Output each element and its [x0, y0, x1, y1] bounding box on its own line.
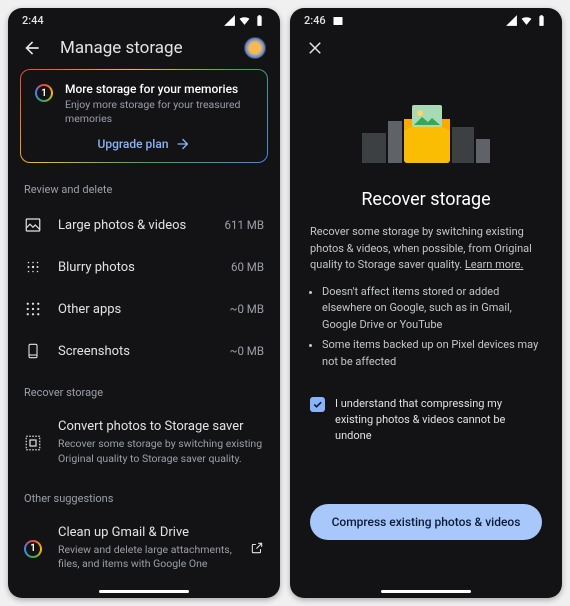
- google-one-icon: [24, 540, 42, 558]
- recover-storage-screen: 2:46 Recover storage Recover some storag…: [290, 8, 562, 598]
- item-label: Other apps: [58, 302, 214, 317]
- close-icon[interactable]: [306, 39, 324, 57]
- apps-icon: [24, 300, 42, 318]
- image-icon: [24, 216, 42, 234]
- item-value: 611 MB: [225, 218, 264, 232]
- gallery-notification-icon: [332, 15, 344, 27]
- item-subtitle: Recover some storage by switching existi…: [58, 437, 264, 465]
- upgrade-label: Upgrade plan: [97, 137, 168, 151]
- manage-storage-screen: 2:44 Manage storage More storage for you…: [8, 8, 280, 598]
- page-title: Manage storage: [60, 38, 226, 58]
- gesture-bar[interactable]: [381, 590, 471, 593]
- consent-label: I understand that compressing my existin…: [335, 396, 542, 444]
- promo-title: More storage for your memories: [65, 82, 253, 96]
- compress-button-label: Compress existing photos & videos: [332, 515, 521, 529]
- app-bar: Manage storage: [8, 29, 280, 69]
- status-time: 2:46: [304, 14, 326, 27]
- item-other-apps[interactable]: Other apps ~0 MB: [8, 288, 280, 330]
- item-cleanup-gmail-drive[interactable]: Clean up Gmail & Drive Review and delete…: [8, 513, 280, 583]
- status-bar: 2:44: [8, 8, 280, 29]
- back-icon[interactable]: [22, 38, 42, 58]
- wifi-icon: [520, 14, 533, 27]
- status-time: 2:44: [22, 14, 44, 27]
- promo-subtitle: Enjoy more storage for your treasured me…: [65, 98, 253, 126]
- section-review-label: Review and delete: [8, 179, 280, 204]
- screenshot-icon: [24, 342, 42, 360]
- section-other-label: Other suggestions: [8, 488, 280, 513]
- bullet-item: Some items backed up on Pixel devices ma…: [322, 337, 542, 370]
- compress-icon: [24, 434, 42, 452]
- item-value: ~0 MB: [230, 302, 264, 316]
- status-icons: [505, 14, 548, 27]
- item-convert-storage-saver[interactable]: Convert photos to Storage saver Recover …: [8, 407, 280, 477]
- bullet-item: Doesn't affect items stored or added els…: [322, 284, 542, 334]
- recover-title: Recover storage: [290, 189, 562, 210]
- status-icons: [223, 14, 266, 27]
- item-blurry-photos[interactable]: Blurry photos 60 MB: [8, 246, 280, 288]
- upgrade-plan-link[interactable]: Upgrade plan: [35, 136, 253, 152]
- item-value: ~0 MB: [230, 344, 264, 358]
- arrow-right-icon: [175, 136, 191, 152]
- recover-bullets: Doesn't affect items stored or added els…: [290, 274, 562, 371]
- avatar[interactable]: [244, 37, 266, 59]
- item-subtitle: Review and delete large attachments, fil…: [58, 543, 234, 571]
- item-label: Clean up Gmail & Drive: [58, 525, 234, 540]
- battery-icon: [253, 14, 266, 27]
- open-external-icon: [250, 541, 264, 555]
- google-one-icon: [35, 84, 53, 102]
- gesture-bar[interactable]: [99, 590, 189, 593]
- signal-icon: [223, 14, 236, 27]
- item-value: 60 MB: [231, 260, 264, 274]
- consent-row[interactable]: I understand that compressing my existin…: [290, 374, 562, 444]
- wifi-icon: [238, 14, 251, 27]
- item-screenshots[interactable]: Screenshots ~0 MB: [8, 330, 280, 372]
- status-bar: 2:46: [290, 8, 562, 29]
- item-label: Large photos & videos: [58, 218, 209, 233]
- battery-icon: [535, 14, 548, 27]
- recover-illustration: [290, 91, 562, 171]
- learn-more-link[interactable]: Learn more.: [465, 258, 524, 271]
- item-label: Blurry photos: [58, 260, 215, 275]
- item-label: Convert photos to Storage saver: [58, 419, 264, 434]
- signal-icon: [505, 14, 518, 27]
- item-label: Screenshots: [58, 344, 214, 359]
- promo-card: More storage for your memories Enjoy mor…: [20, 69, 268, 163]
- recover-description: Recover some storage by switching existi…: [290, 224, 562, 274]
- consent-checkbox[interactable]: [310, 397, 325, 412]
- compress-button[interactable]: Compress existing photos & videos: [310, 504, 542, 540]
- section-recover-label: Recover storage: [8, 382, 280, 407]
- blur-icon: [24, 258, 42, 276]
- item-large-photos[interactable]: Large photos & videos 611 MB: [8, 204, 280, 246]
